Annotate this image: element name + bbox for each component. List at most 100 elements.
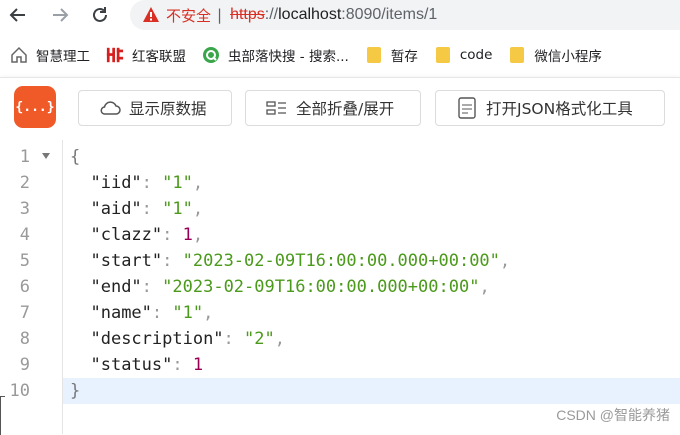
bookmark-item[interactable]: 虫部落快搜 - 搜索... <box>196 41 355 69</box>
url-host: localhost <box>278 6 342 23</box>
brace: } <box>70 381 81 401</box>
json-key: "name" <box>90 303 152 323</box>
colon: : <box>223 329 245 349</box>
colon: : <box>141 277 163 297</box>
code-text: "end": "2023-02-09T16:00:00.000+00:00", <box>70 274 490 300</box>
json-value: "2023-02-09T16:00:00.000+00:00" <box>162 277 480 297</box>
comma: , <box>192 199 204 219</box>
colon: : <box>172 355 193 375</box>
bookmark-item[interactable]: 红客联盟 <box>100 41 192 69</box>
separator: | <box>217 6 223 24</box>
code-text: "status": 1 <box>70 352 203 378</box>
json-key: "start" <box>90 251 163 271</box>
line-number: 6 <box>19 277 30 297</box>
show-raw-button[interactable]: 显示原数据 <box>78 90 232 126</box>
code-line: 2 "iid": "1", <box>0 170 680 196</box>
security-label[interactable]: 不安全 <box>166 5 211 26</box>
colon: : <box>162 225 183 245</box>
colon: : <box>141 199 163 219</box>
code-text: "iid": "1", <box>70 170 203 196</box>
code-line: 6 "end": "2023-02-09T16:00:00.000+00:00"… <box>0 274 680 300</box>
code-line: 7 "name": "1", <box>0 300 680 326</box>
reload-button[interactable] <box>90 5 110 25</box>
line-number: 9 <box>19 355 30 375</box>
fold-all-button[interactable]: 全部折叠/展开 <box>245 90 421 126</box>
brace: { <box>70 147 81 167</box>
code-text: { <box>70 144 80 170</box>
bookmark-label: 红客联盟 <box>132 49 186 65</box>
forward-arrow-icon <box>53 8 69 22</box>
code-line: 10} <box>0 378 680 404</box>
fold-all-label: 全部折叠/展开 <box>296 100 395 118</box>
comma: , <box>479 277 490 297</box>
bookmark-label: 虫部落快搜 - 搜索... <box>228 49 349 65</box>
json-viewer-toolbar: {...} 显示原数据 全部折叠/展开 打开JSON格式化工具 <box>0 77 680 140</box>
line-number: 8 <box>19 329 30 349</box>
colon: : <box>151 303 173 323</box>
folder-icon <box>508 46 526 64</box>
url-omnibox[interactable]: 不安全 | https://localhost:8090/items/1 <box>130 0 680 30</box>
open-json-tool-button[interactable]: 打开JSON格式化工具 <box>435 90 665 126</box>
fold-toggle-icon[interactable] <box>42 153 50 159</box>
reload-icon <box>93 7 107 22</box>
show-raw-label: 显示原数据 <box>129 100 207 118</box>
bookmark-folder[interactable]: code <box>428 41 499 69</box>
json-key: "clazz" <box>90 225 163 245</box>
json-key: "iid" <box>90 173 142 193</box>
fold-icon <box>266 97 288 119</box>
bookmark-label: 暂存 <box>390 49 418 65</box>
line-number: 2 <box>19 173 30 193</box>
json-value: "2023-02-09T16:00:00.000+00:00" <box>182 251 500 271</box>
comma: , <box>192 173 204 193</box>
code-line: 5 "start": "2023-02-09T16:00:00.000+00:0… <box>0 248 680 274</box>
bookmark-folder[interactable]: 微信小程序 <box>502 41 608 69</box>
code-line: 8 "description": "2", <box>0 326 680 352</box>
line-number: 7 <box>19 303 30 323</box>
back-arrow-icon <box>9 8 25 22</box>
cloud-icon <box>99 97 121 119</box>
comma: , <box>203 303 214 323</box>
json-key: "aid" <box>90 199 142 219</box>
forward-button[interactable] <box>50 5 70 25</box>
code-line: 3 "aid": "1", <box>0 196 680 222</box>
json-viewer-logo[interactable]: {...} <box>14 86 56 128</box>
code-line: 1{ <box>0 144 680 170</box>
open-json-tool-label: 打开JSON格式化工具 <box>486 100 633 118</box>
folder-icon <box>365 46 383 64</box>
warning-icon <box>143 7 159 22</box>
json-code-view: 1{2 "iid": "1", 3 "aid": "1", 4 "clazz": 1… <box>0 140 680 434</box>
bookmark-item[interactable]: 智慧理工 <box>4 41 96 69</box>
back-button[interactable] <box>8 5 28 25</box>
logo-text: {...} <box>15 99 55 115</box>
bookmark-label: code <box>459 47 493 63</box>
window-edge-marker <box>0 396 5 435</box>
json-value: "1" <box>162 173 193 193</box>
code-text: "start": "2023-02-09T16:00:00.000+00:00"… <box>70 248 510 274</box>
comma: , <box>499 251 511 271</box>
json-key: "end" <box>90 277 142 297</box>
url-protocol: https <box>230 6 265 23</box>
json-value: "2" <box>244 329 275 349</box>
json-value: 1 <box>192 355 204 375</box>
bookmark-label: 微信小程序 <box>534 49 602 65</box>
json-value: 1 <box>182 225 193 245</box>
active-line-highlight <box>63 378 680 404</box>
json-value: "1" <box>172 303 204 323</box>
code-text: "name": "1", <box>70 300 213 326</box>
code-text: "clazz": 1, <box>70 222 203 248</box>
code-line: 9 "status": 1 <box>0 352 680 378</box>
line-number: 4 <box>19 225 30 245</box>
line-number: 1 <box>19 147 30 167</box>
home-icon <box>10 46 28 64</box>
address-bar-row: 不安全 | https://localhost:8090/items/1 <box>0 0 680 32</box>
code-text: "description": "2", <box>70 326 285 352</box>
json-key: "description" <box>90 329 224 349</box>
folder-icon <box>434 46 452 64</box>
watermark: CSDN @智能养猪 <box>556 407 670 423</box>
colon: : <box>141 173 163 193</box>
bookmark-folder[interactable]: 暂存 <box>359 41 424 69</box>
q-logo-icon <box>202 46 220 64</box>
code-text: } <box>70 378 80 404</box>
line-number: 5 <box>19 251 30 271</box>
json-value: "1" <box>162 199 193 219</box>
